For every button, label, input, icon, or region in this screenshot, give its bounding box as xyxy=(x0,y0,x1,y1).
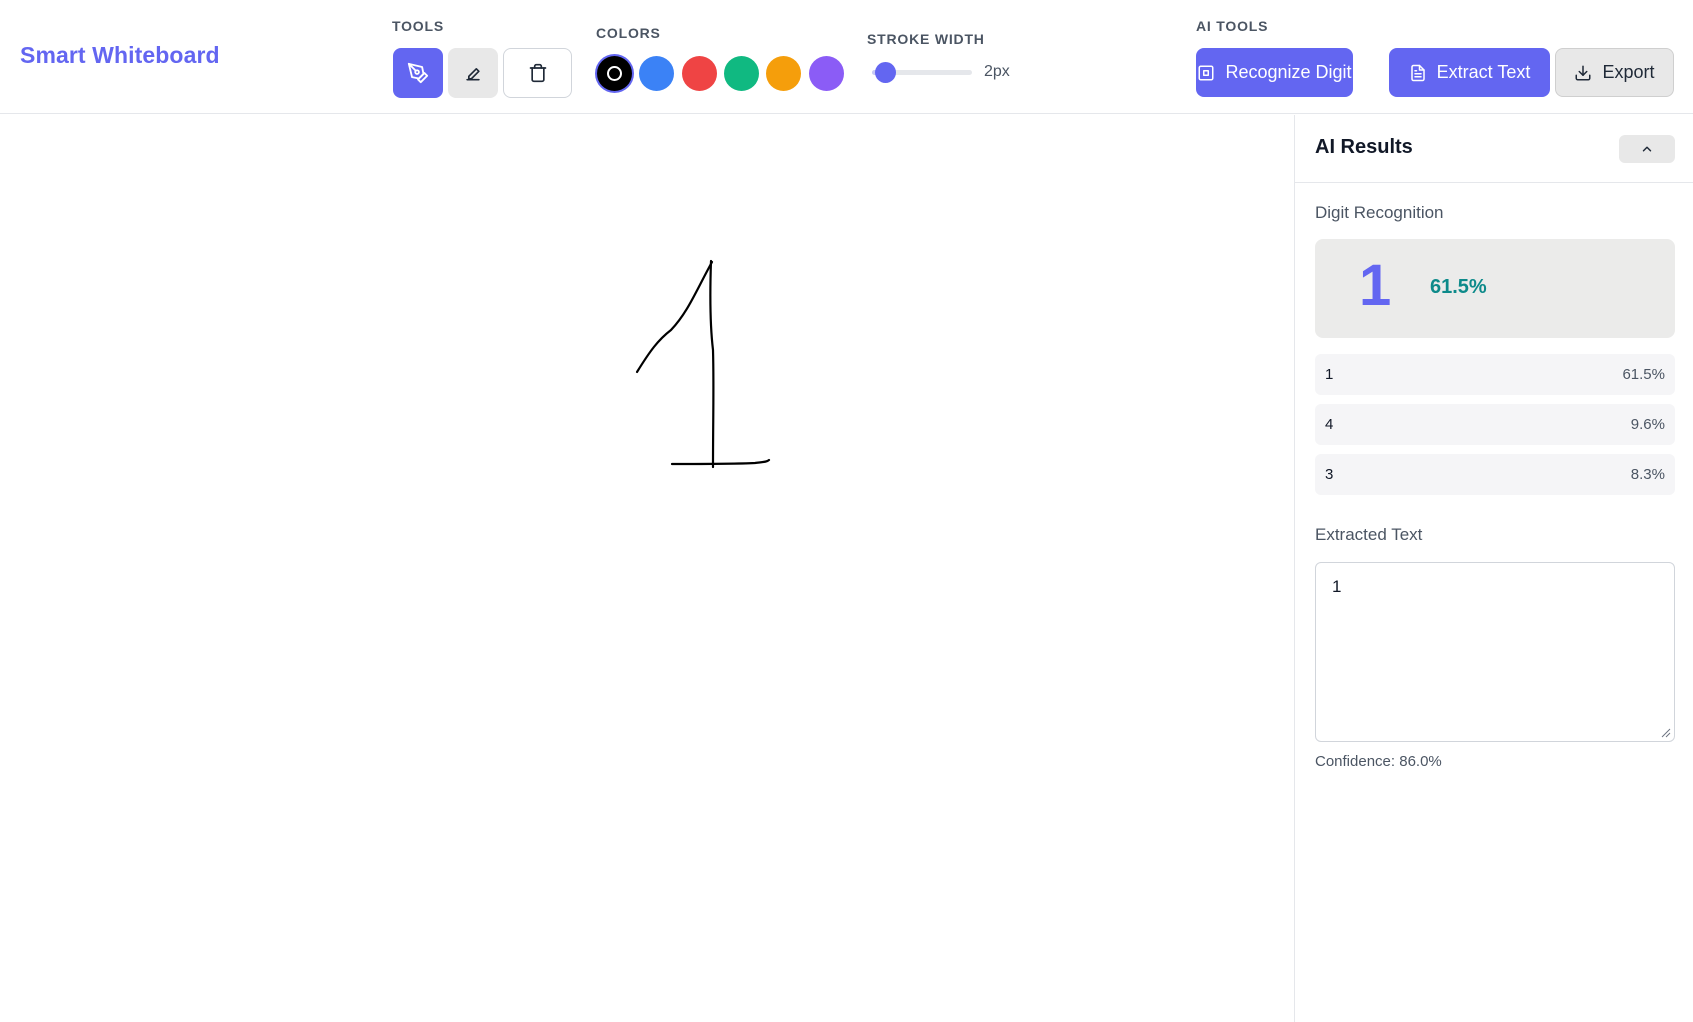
eraser-icon xyxy=(466,68,480,81)
pen-icon xyxy=(407,62,429,84)
stroke-width-label: STROKE WIDTH xyxy=(867,31,985,47)
chevron-up-icon xyxy=(1642,146,1652,152)
drawing-canvas[interactable] xyxy=(0,115,1294,1022)
drawn-strokes xyxy=(635,259,771,469)
prediction-confidence: 9.6% xyxy=(1630,416,1665,433)
stroke-width-slider-thumb[interactable] xyxy=(874,62,896,83)
stroke-base xyxy=(670,458,771,466)
document-icon xyxy=(1410,64,1425,81)
text-confidence: Confidence: 86.0% xyxy=(1315,753,1442,770)
stroke-width-value: 2px xyxy=(984,63,1010,80)
clear-canvas-button[interactable] xyxy=(503,48,572,98)
color-swatch[interactable] xyxy=(723,56,759,91)
top-confidence: 61.5% xyxy=(1430,276,1487,298)
prediction-row: 4 9.6% xyxy=(1315,404,1675,445)
stroke-width-slider[interactable] xyxy=(872,62,972,83)
scan-icon xyxy=(1198,65,1214,80)
prediction-row: 3 8.3% xyxy=(1315,454,1675,495)
color-swatch[interactable] xyxy=(639,56,675,91)
toolbar-header: Smart Whiteboard TOOLS COLORS STROKE WID… xyxy=(0,0,1693,114)
colors-label: COLORS xyxy=(596,25,661,41)
top-digit: 1 xyxy=(1359,253,1392,318)
stroke-vertical xyxy=(709,259,715,469)
tools-label: TOOLS xyxy=(392,18,444,34)
prediction-confidence: 8.3% xyxy=(1630,466,1665,483)
recognize-digit-button[interactable]: Recognize Digit xyxy=(1196,48,1353,97)
color-swatch[interactable] xyxy=(597,56,632,91)
digit-recognition-title: Digit Recognition xyxy=(1315,203,1444,222)
ai-results-panel: AI Results Digit Recognition 1 61.5% 1 6… xyxy=(1294,115,1693,1022)
export-button[interactable]: Export xyxy=(1555,48,1674,97)
prediction-confidence: 61.5% xyxy=(1622,366,1665,383)
prediction-digit: 4 xyxy=(1325,416,1334,433)
top-prediction-card: 1 61.5% xyxy=(1315,239,1675,338)
extracted-text-title: Extracted Text xyxy=(1315,525,1423,544)
app-title: Smart Whiteboard xyxy=(20,42,220,68)
panel-title: AI Results xyxy=(1315,136,1413,158)
eraser-tool-button[interactable] xyxy=(448,48,498,98)
recognize-digit-label: Recognize Digit xyxy=(1225,62,1352,82)
color-swatch[interactable] xyxy=(681,56,717,91)
prediction-row: 1 61.5% xyxy=(1315,354,1675,395)
color-swatch[interactable] xyxy=(808,56,844,91)
extracted-text-value: 1 xyxy=(1332,577,1342,596)
panel-header: AI Results xyxy=(1295,115,1693,183)
selected-indicator xyxy=(607,66,622,81)
extract-text-label: Extract Text xyxy=(1436,62,1531,82)
pen-tool-button[interactable] xyxy=(393,48,443,98)
prediction-digit: 1 xyxy=(1325,366,1334,383)
extracted-text-area[interactable]: 1 xyxy=(1315,562,1675,742)
prediction-digit: 3 xyxy=(1325,466,1334,483)
extract-text-button[interactable]: Extract Text xyxy=(1389,48,1550,97)
export-label: Export xyxy=(1602,62,1655,82)
stroke-diagonal xyxy=(635,260,714,374)
download-icon xyxy=(1575,65,1591,80)
trash-icon xyxy=(529,63,546,83)
ai-tools-label: AI TOOLS xyxy=(1196,18,1269,34)
color-swatch[interactable] xyxy=(766,56,802,91)
resize-grip-icon[interactable] xyxy=(1659,726,1671,738)
collapse-panel-button[interactable] xyxy=(1619,135,1675,163)
